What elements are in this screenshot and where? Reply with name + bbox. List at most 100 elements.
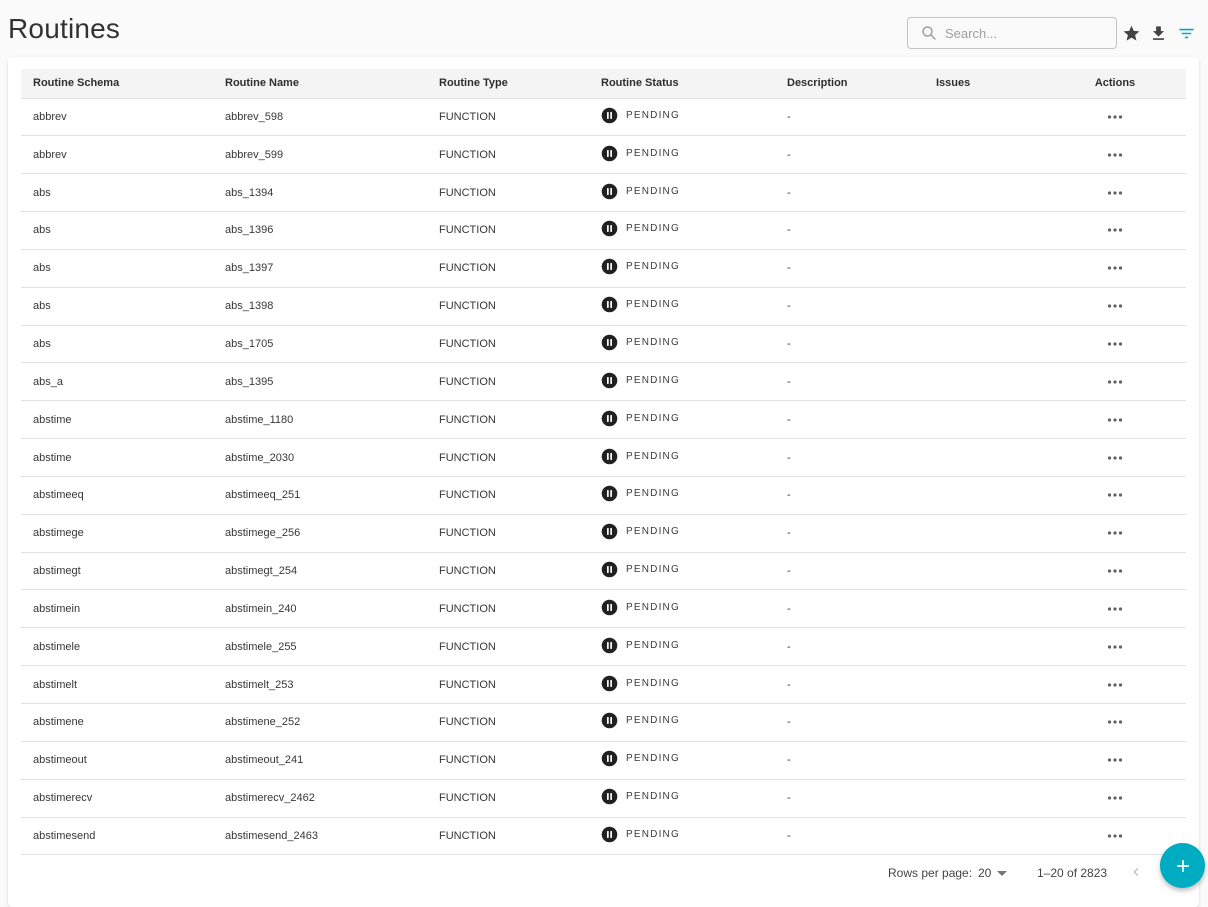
- search-input[interactable]: [945, 25, 1105, 41]
- cell-routine-schema: abstimesend: [21, 817, 213, 856]
- previous-page-button[interactable]: [1128, 864, 1144, 880]
- table-row[interactable]: abstimele abstimele_255 FUNCTION PENDING…: [21, 627, 1186, 667]
- table-row[interactable]: abs abs_1705 FUNCTION PENDING -: [21, 325, 1186, 364]
- page-range-label: 1–20 of 2823: [1037, 866, 1108, 880]
- filter-icon[interactable]: [1176, 23, 1196, 43]
- table-row[interactable]: abs abs_1396 FUNCTION PENDING -: [21, 211, 1186, 250]
- table-row[interactable]: abbrev abbrev_598 FUNCTION PENDING -: [21, 98, 1186, 137]
- cell-routine-type: FUNCTION: [427, 779, 589, 818]
- table-row[interactable]: abstimein abstimein_240 FUNCTION PENDING…: [21, 589, 1186, 629]
- pause-circle-icon: [601, 258, 618, 275]
- pause-circle-icon: [601, 485, 618, 502]
- table-row[interactable]: abs abs_1397 FUNCTION PENDING -: [21, 249, 1186, 288]
- more-horizontal-icon[interactable]: [1107, 530, 1123, 536]
- status-label: PENDING: [626, 261, 680, 273]
- cell-description: -: [775, 741, 924, 780]
- more-horizontal-icon[interactable]: [1107, 303, 1123, 309]
- more-horizontal-icon[interactable]: [1107, 341, 1123, 347]
- status-badge: PENDING: [601, 712, 680, 729]
- cell-routine-status: PENDING: [589, 98, 775, 137]
- cell-issues: [924, 249, 1044, 288]
- status-badge: PENDING: [601, 107, 680, 124]
- more-horizontal-icon[interactable]: [1107, 606, 1123, 612]
- cell-routine-name: abbrev_598: [213, 98, 427, 137]
- cell-issues: [924, 589, 1044, 629]
- pause-circle-icon: [601, 334, 618, 351]
- cell-routine-schema: abstimelt: [21, 665, 213, 704]
- more-horizontal-icon[interactable]: [1107, 455, 1123, 461]
- table-row[interactable]: abstimeeq abstimeeq_251 FUNCTION PENDING…: [21, 476, 1186, 515]
- cell-routine-status: PENDING: [589, 627, 775, 667]
- more-horizontal-icon[interactable]: [1107, 152, 1123, 158]
- more-horizontal-icon[interactable]: [1107, 379, 1123, 385]
- table-row[interactable]: abstime abstime_1180 FUNCTION PENDING -: [21, 400, 1186, 440]
- rows-per-page-select[interactable]: 20: [978, 866, 1008, 880]
- cell-actions: [1044, 287, 1186, 326]
- column-header-routine-status[interactable]: Routine Status: [589, 69, 775, 99]
- search-field[interactable]: [907, 17, 1117, 49]
- cell-description: -: [775, 400, 924, 440]
- cell-routine-schema: abstimele: [21, 627, 213, 667]
- status-badge: PENDING: [601, 637, 680, 654]
- more-horizontal-icon[interactable]: [1107, 568, 1123, 574]
- rows-per-page-label: Rows per page:: [888, 866, 973, 880]
- status-badge: PENDING: [601, 599, 680, 616]
- more-horizontal-icon[interactable]: [1107, 682, 1123, 688]
- more-horizontal-icon[interactable]: [1107, 644, 1123, 650]
- cell-description: -: [775, 552, 924, 591]
- search-icon: [920, 24, 938, 42]
- table-row[interactable]: abstimesend abstimesend_2463 FUNCTION PE…: [21, 817, 1186, 856]
- download-icon[interactable]: [1148, 23, 1168, 43]
- status-label: PENDING: [626, 639, 680, 651]
- column-header-description[interactable]: Description: [775, 69, 924, 99]
- cell-description: -: [775, 627, 924, 667]
- add-routine-button[interactable]: [1160, 843, 1205, 888]
- cell-actions: [1044, 135, 1186, 175]
- table-row[interactable]: abstimeout abstimeout_241 FUNCTION PENDI…: [21, 741, 1186, 780]
- table-row[interactable]: abstimelt abstimelt_253 FUNCTION PENDING…: [21, 665, 1186, 704]
- table-row[interactable]: abbrev abbrev_599 FUNCTION PENDING -: [21, 135, 1186, 175]
- column-header-issues[interactable]: Issues: [924, 69, 1044, 99]
- cell-routine-type: FUNCTION: [427, 665, 589, 704]
- status-badge: PENDING: [601, 561, 680, 578]
- more-horizontal-icon[interactable]: [1107, 795, 1123, 801]
- table-row[interactable]: abstimegt abstimegt_254 FUNCTION PENDING…: [21, 552, 1186, 591]
- column-header-routine-name[interactable]: Routine Name: [213, 69, 427, 99]
- more-horizontal-icon[interactable]: [1107, 492, 1123, 498]
- table-row[interactable]: abstimerecv abstimerecv_2462 FUNCTION PE…: [21, 779, 1186, 818]
- more-horizontal-icon[interactable]: [1107, 227, 1123, 233]
- routines-card: Routine Schema Routine Name Routine Type…: [8, 57, 1199, 907]
- table-row[interactable]: abs_a abs_1395 FUNCTION PENDING -: [21, 362, 1186, 402]
- more-horizontal-icon[interactable]: [1107, 265, 1123, 271]
- status-badge: PENDING: [601, 258, 680, 275]
- cell-routine-type: FUNCTION: [427, 173, 589, 213]
- table-row[interactable]: abstimege abstimege_256 FUNCTION PENDING…: [21, 514, 1186, 553]
- table-row[interactable]: abs abs_1394 FUNCTION PENDING -: [21, 173, 1186, 213]
- more-horizontal-icon[interactable]: [1107, 833, 1123, 839]
- pause-circle-icon: [601, 675, 618, 692]
- cell-routine-type: FUNCTION: [427, 627, 589, 667]
- cell-routine-name: abs_1395: [213, 362, 427, 402]
- cell-description: -: [775, 589, 924, 629]
- more-horizontal-icon[interactable]: [1107, 757, 1123, 763]
- cell-actions: [1044, 400, 1186, 440]
- table-row[interactable]: abstimene abstimene_252 FUNCTION PENDING…: [21, 703, 1186, 742]
- cell-actions: [1044, 627, 1186, 667]
- cell-routine-name: abstimene_252: [213, 703, 427, 742]
- cell-actions: [1044, 98, 1186, 137]
- table-row[interactable]: abs abs_1398 FUNCTION PENDING -: [21, 287, 1186, 326]
- cell-issues: [924, 173, 1044, 213]
- table-row[interactable]: abstime abstime_2030 FUNCTION PENDING -: [21, 438, 1186, 477]
- status-label: PENDING: [626, 147, 680, 159]
- column-header-routine-type[interactable]: Routine Type: [427, 69, 589, 99]
- more-horizontal-icon[interactable]: [1107, 719, 1123, 725]
- column-header-routine-schema[interactable]: Routine Schema: [21, 69, 213, 99]
- more-horizontal-icon[interactable]: [1107, 114, 1123, 120]
- pause-circle-icon: [601, 788, 618, 805]
- more-horizontal-icon[interactable]: [1107, 417, 1123, 423]
- cell-routine-name: abstimegt_254: [213, 552, 427, 591]
- more-horizontal-icon[interactable]: [1107, 190, 1123, 196]
- star-icon[interactable]: [1121, 23, 1141, 43]
- cell-routine-name: abstimele_255: [213, 627, 427, 667]
- cell-routine-status: PENDING: [589, 476, 775, 515]
